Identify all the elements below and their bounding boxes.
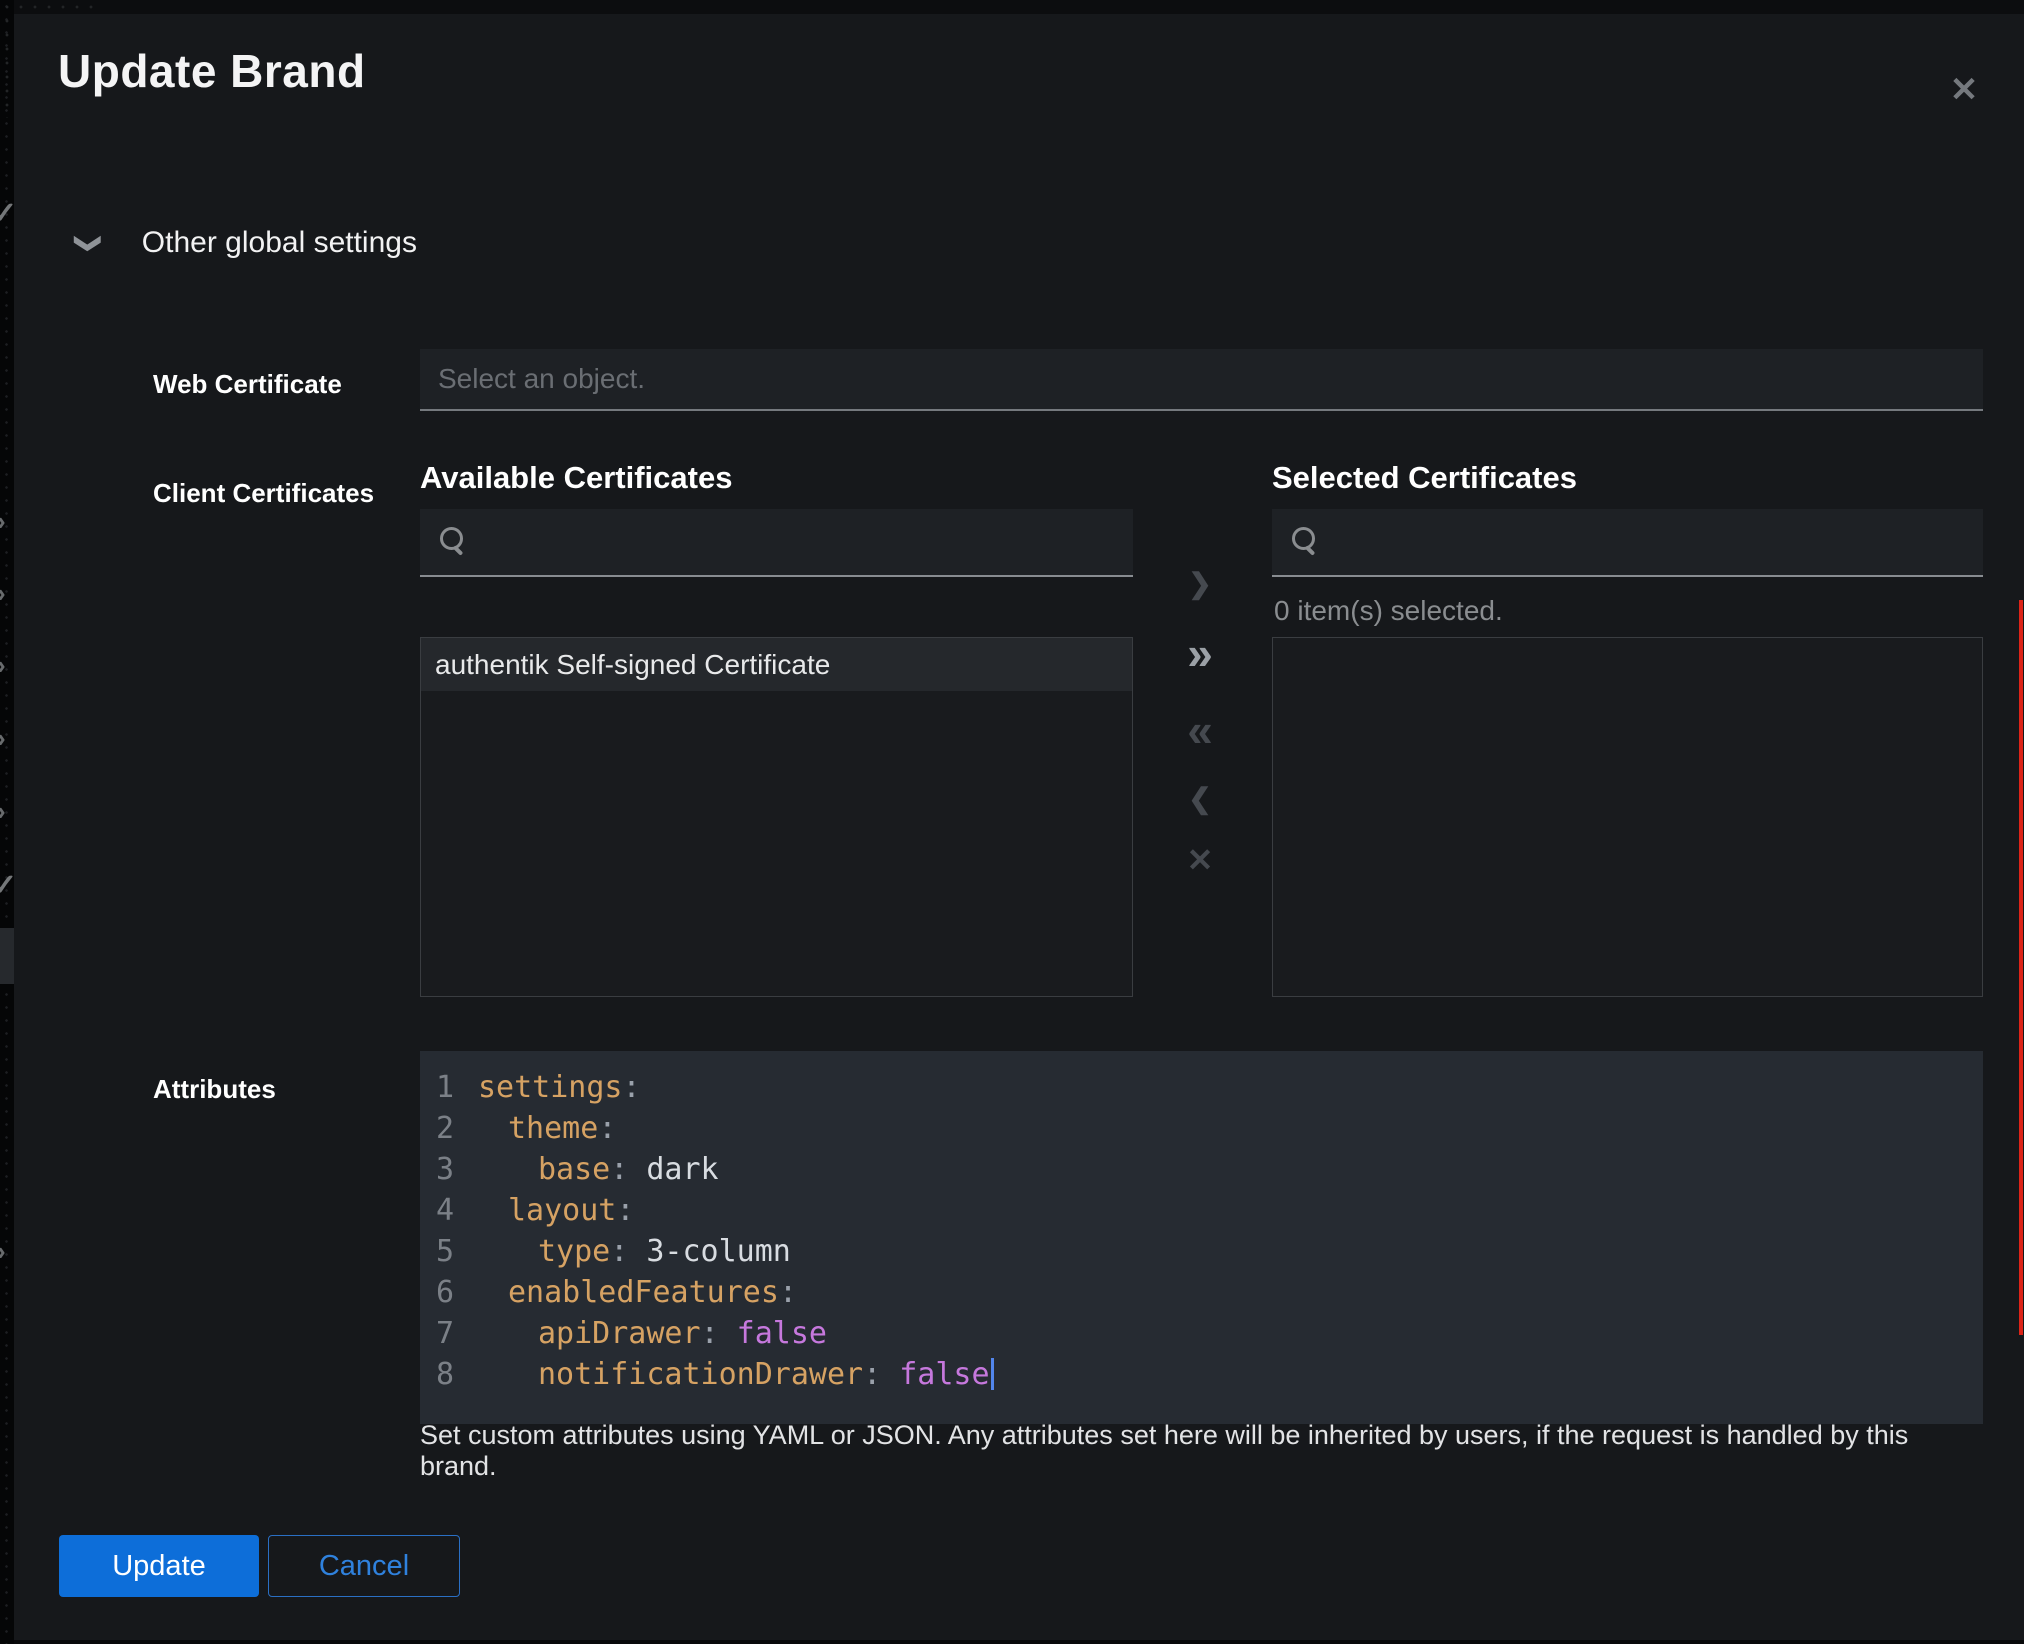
selected-certificates-list[interactable]	[1272, 637, 1983, 997]
other-global-settings-expander[interactable]: ❯ Other global settings	[78, 226, 417, 260]
page-underlay-sidebar: ✓ › › › › › ✓ ›	[0, 0, 14, 1644]
available-search	[420, 509, 1133, 577]
selected-certificates-header: Selected Certificates	[1272, 460, 1983, 496]
chevron-right-icon: ›	[0, 796, 6, 827]
code-line: 8notificationDrawer: false	[420, 1354, 1983, 1395]
code-line: 2theme:	[420, 1108, 1983, 1149]
code-line: 1settings:	[420, 1067, 1983, 1108]
update-button[interactable]: Update	[59, 1535, 259, 1597]
code-line: 6enabledFeatures:	[420, 1272, 1983, 1313]
selected-search	[1272, 509, 1983, 577]
chevron-right-icon: ›	[0, 578, 6, 609]
code-line: 7apiDrawer: false	[420, 1313, 1983, 1354]
available-certificates-header: Available Certificates	[420, 460, 1133, 496]
web-certificate-label: Web Certificate	[153, 369, 342, 400]
chevron-down-icon: ❯	[73, 232, 104, 254]
dual-list-controls: ❯ » « ❮ ✕	[1170, 570, 1230, 876]
selected-certificates-column: Selected Certificates 0 item(s) selected…	[1272, 460, 1983, 496]
clear-selection-button[interactable]: ✕	[1187, 844, 1214, 876]
check-icon: ✓	[0, 196, 14, 231]
available-certificates-list[interactable]: authentik Self-signed Certificate	[420, 637, 1133, 997]
add-all-button[interactable]: »	[1187, 630, 1213, 676]
client-certificates-label: Client Certificates	[153, 478, 374, 509]
chevron-right-icon: ›	[0, 723, 6, 754]
available-search-input[interactable]	[420, 509, 1133, 575]
attributes-help-text: Set custom attributes using YAML or JSON…	[420, 1420, 1950, 1482]
expander-label: Other global settings	[142, 226, 417, 260]
code-line: 5type: 3-column	[420, 1231, 1983, 1272]
attributes-code-editor[interactable]: 1settings:2theme:3base: dark4layout:5typ…	[420, 1051, 1983, 1424]
remove-selected-button[interactable]: ❮	[1188, 785, 1211, 813]
selected-count-status: 0 item(s) selected.	[1274, 595, 1503, 627]
code-line: 3base: dark	[420, 1149, 1983, 1190]
sidebar-selected-item-fragment	[0, 928, 14, 984]
update-brand-modal: Update Brand ✕ ❯ Other global settings W…	[14, 14, 2024, 1640]
text-cursor	[991, 1358, 994, 1390]
add-selected-button[interactable]: ❯	[1188, 570, 1211, 598]
page-underlay-top	[0, 0, 2024, 14]
web-certificate-input[interactable]	[420, 349, 1983, 411]
close-icon[interactable]: ✕	[1940, 66, 1988, 114]
remove-all-button[interactable]: «	[1187, 707, 1213, 753]
selected-search-input[interactable]	[1272, 509, 1983, 575]
chevron-right-icon: ›	[0, 1236, 6, 1267]
chevron-right-icon: ›	[0, 650, 6, 681]
chevron-right-icon: ›	[0, 506, 6, 537]
modal-title: Update Brand	[58, 44, 366, 98]
certificate-list-item[interactable]: authentik Self-signed Certificate	[421, 638, 1132, 691]
code-line: 4layout:	[420, 1190, 1983, 1231]
right-edge-indicator	[2019, 600, 2023, 1335]
check-icon: ✓	[0, 868, 14, 903]
cancel-button[interactable]: Cancel	[268, 1535, 460, 1597]
available-certificates-column: Available Certificates authentik Self-si…	[420, 460, 1133, 496]
attributes-label: Attributes	[153, 1074, 276, 1105]
